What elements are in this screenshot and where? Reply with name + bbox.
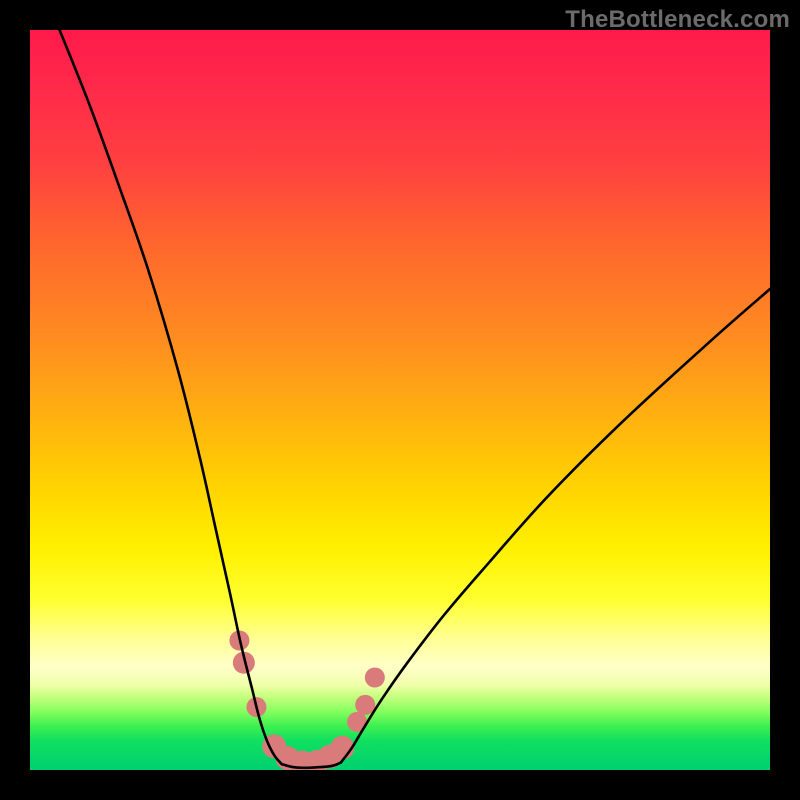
plot-area (30, 30, 770, 770)
curve-right-curve (341, 289, 770, 763)
chart-canvas: TheBottleneck.com (0, 0, 800, 800)
highlight-marker (365, 668, 385, 688)
curve-layer (60, 30, 770, 768)
marker-layer (229, 631, 384, 771)
chart-svg (30, 30, 770, 770)
